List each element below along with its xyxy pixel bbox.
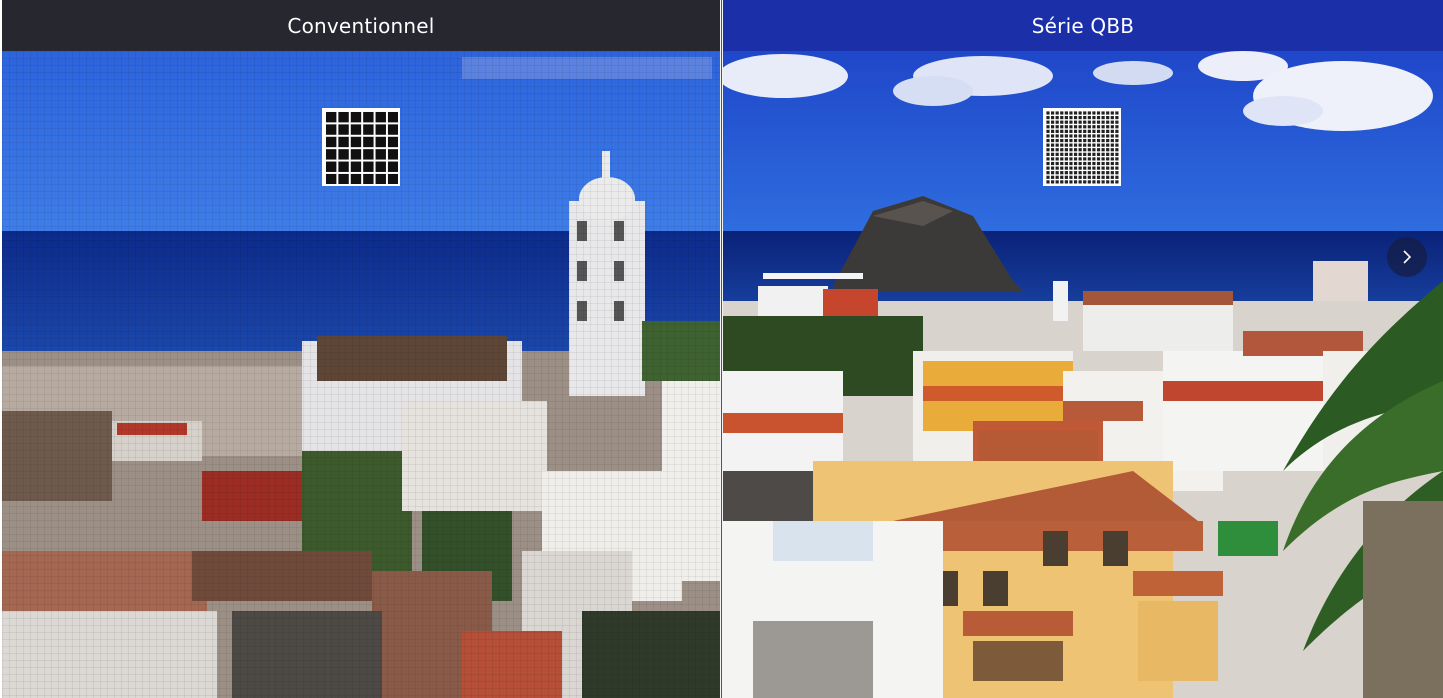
chevron-right-icon xyxy=(1403,250,1412,264)
panel-title-conventional: Conventionnel xyxy=(2,0,720,51)
panel-title-qbb: Série QBB xyxy=(723,0,1443,51)
next-arrow-button[interactable] xyxy=(1387,237,1427,277)
comparison-panel-qbb: Série QBB xyxy=(723,0,1443,698)
coarse-pixel-grid-icon xyxy=(322,108,400,186)
comparison-panel-conventional: Conventionnel xyxy=(2,0,720,698)
fine-pixel-grid-icon xyxy=(1043,108,1121,186)
